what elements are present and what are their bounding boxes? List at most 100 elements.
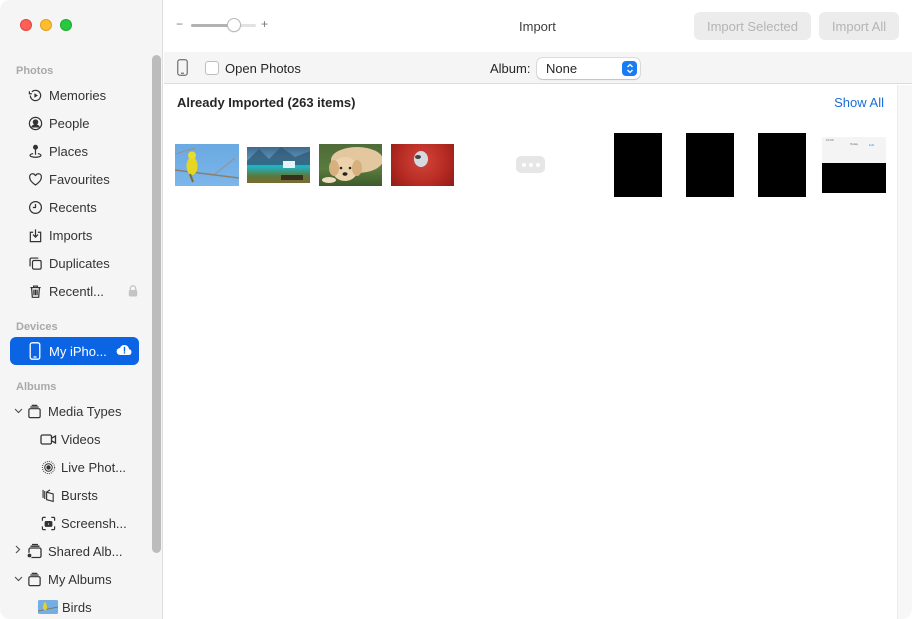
- dot: [528, 162, 533, 167]
- screenshot-edit: Edit: [869, 143, 875, 147]
- trash-icon: [26, 282, 44, 300]
- window-controls: [20, 19, 72, 31]
- import-all-button[interactable]: Import All: [819, 12, 899, 40]
- people-icon: [26, 114, 44, 132]
- album-stack-icon: [25, 402, 43, 420]
- album-label: Album:: [490, 61, 531, 76]
- close-window-button[interactable]: [20, 19, 32, 31]
- already-imported-heading: Already Imported (263 items): [177, 95, 356, 110]
- window-title: Import: [519, 19, 556, 34]
- sidebar-item-videos[interactable]: Videos: [10, 425, 139, 453]
- sidebar-item-people[interactable]: People: [10, 109, 139, 137]
- memories-icon: [26, 86, 44, 104]
- heart-icon: [26, 170, 44, 188]
- sidebar-item-live-photos[interactable]: Live Phot...: [10, 453, 139, 481]
- sidebar-item-imports[interactable]: Imports: [10, 221, 139, 249]
- screenshot-header: 10:00 Today Edit: [822, 137, 886, 163]
- album-thumbnail: [38, 598, 58, 616]
- screenshot-title: Today: [850, 142, 859, 146]
- sidebar: Photos Memories People Places Favourites: [0, 0, 163, 619]
- sidebar-item-media-types[interactable]: Media Types: [10, 397, 139, 425]
- import-window: Photos Memories People Places Favourites: [0, 0, 912, 619]
- sidebar-item-label: Memories: [49, 87, 107, 103]
- sidebar-item-my-iphone[interactable]: My iPho...: [10, 337, 139, 365]
- zoom-in-icon[interactable]: +: [261, 17, 268, 31]
- open-photos-checkbox[interactable]: [205, 61, 219, 75]
- photo-thumbnail-black[interactable]: [758, 133, 806, 197]
- sidebar-item-recently-deleted[interactable]: Recentl...: [10, 277, 139, 305]
- show-all-link[interactable]: Show All: [834, 95, 884, 110]
- sidebar-item-label: Imports: [49, 227, 93, 243]
- zoom-out-icon[interactable]: −: [176, 17, 183, 31]
- import-content: Already Imported (263 items) Show All 10…: [164, 85, 897, 619]
- sidebar-item-label: My iPho...: [49, 343, 107, 359]
- iphone-icon: [177, 59, 188, 79]
- photo-thumbnail-puppy[interactable]: [319, 144, 382, 186]
- sidebar-item-label: Recentl...: [49, 283, 104, 299]
- sidebar-item-my-albums[interactable]: My Albums: [10, 565, 139, 593]
- photo-thumbnail-bird[interactable]: [175, 144, 239, 186]
- chevron-up-down-icon: [622, 61, 637, 76]
- import-icon: [26, 226, 44, 244]
- shared-album-icon: [25, 542, 43, 560]
- sidebar-item-label: Screensh...: [61, 515, 127, 531]
- toolbar: − + Import Import Selected Import All: [164, 0, 912, 52]
- lock-icon: [128, 285, 138, 297]
- iphone-icon: [26, 342, 44, 360]
- sidebar-item-favourites[interactable]: Favourites: [10, 165, 139, 193]
- sidebar-scrollbar[interactable]: [152, 55, 161, 553]
- open-photos-label: Open Photos: [225, 61, 301, 76]
- content-scrollbar-track[interactable]: [897, 85, 912, 619]
- screenshot-time: 10:00: [826, 138, 834, 142]
- sidebar-item-label: Favourites: [49, 171, 110, 187]
- video-icon: [39, 430, 57, 448]
- duplicates-icon: [26, 254, 44, 272]
- sidebar-item-memories[interactable]: Memories: [10, 81, 139, 109]
- album-stack-icon: [25, 570, 43, 588]
- sidebar-item-label: Recents: [49, 199, 97, 215]
- sidebar-item-shared-albums[interactable]: Shared Alb...: [10, 537, 139, 565]
- sidebar-item-label: People: [49, 115, 90, 131]
- dot: [535, 162, 540, 167]
- icloud-alert-icon[interactable]: [116, 343, 133, 359]
- zoom-slider[interactable]: [191, 18, 256, 32]
- sidebar-section-photos: Photos: [16, 65, 54, 77]
- photo-thumbnail-black[interactable]: [686, 133, 734, 197]
- sidebar-item-label: Places: [49, 143, 89, 159]
- photo-thumbnail-seal[interactable]: [391, 144, 454, 186]
- sidebar-item-label: Duplicates: [49, 255, 110, 271]
- screenshot-black-area: [822, 163, 886, 193]
- album-select-value: None: [546, 61, 578, 76]
- minimize-window-button[interactable]: [40, 19, 52, 31]
- sidebar-item-places[interactable]: Places: [10, 137, 139, 165]
- maximize-window-button[interactable]: [60, 19, 72, 31]
- sidebar-item-label: Shared Alb...: [48, 543, 123, 559]
- sidebar-item-duplicates[interactable]: Duplicates: [10, 249, 139, 277]
- sidebar-item-label: My Albums: [48, 571, 112, 587]
- sidebar-item-label: Birds: [62, 599, 92, 615]
- photo-thumbnail-black[interactable]: [614, 133, 662, 197]
- sidebar-section-devices: Devices: [16, 321, 58, 333]
- sidebar-item-label: Bursts: [61, 487, 98, 503]
- clock-icon: [26, 198, 44, 216]
- photo-thumbnail-lake[interactable]: [247, 147, 310, 183]
- import-options-bar: Open Photos Album: None: [164, 52, 912, 84]
- chevron-down-icon[interactable]: [13, 574, 23, 585]
- sidebar-item-recents[interactable]: Recents: [10, 193, 139, 221]
- sidebar-item-label: Media Types: [48, 403, 122, 419]
- sidebar-item-bursts[interactable]: Bursts: [10, 481, 139, 509]
- sidebar-item-screenshots[interactable]: Screensh...: [10, 509, 139, 537]
- import-selected-button[interactable]: Import Selected: [694, 12, 811, 40]
- chevron-down-icon[interactable]: [13, 406, 23, 417]
- places-icon: [26, 142, 44, 160]
- dot: [521, 162, 526, 167]
- more-items-button[interactable]: [516, 156, 545, 173]
- chevron-right-icon[interactable]: [13, 545, 23, 557]
- sidebar-item-label: Videos: [61, 431, 101, 447]
- photo-thumbnail-screenshot[interactable]: 10:00 Today Edit: [822, 137, 886, 193]
- bursts-icon: [39, 486, 57, 504]
- sidebar-section-albums: Albums: [16, 381, 57, 393]
- sidebar-item-birds[interactable]: Birds: [10, 593, 139, 619]
- zoom-slider-knob[interactable]: [226, 18, 241, 32]
- album-select[interactable]: None: [537, 58, 640, 79]
